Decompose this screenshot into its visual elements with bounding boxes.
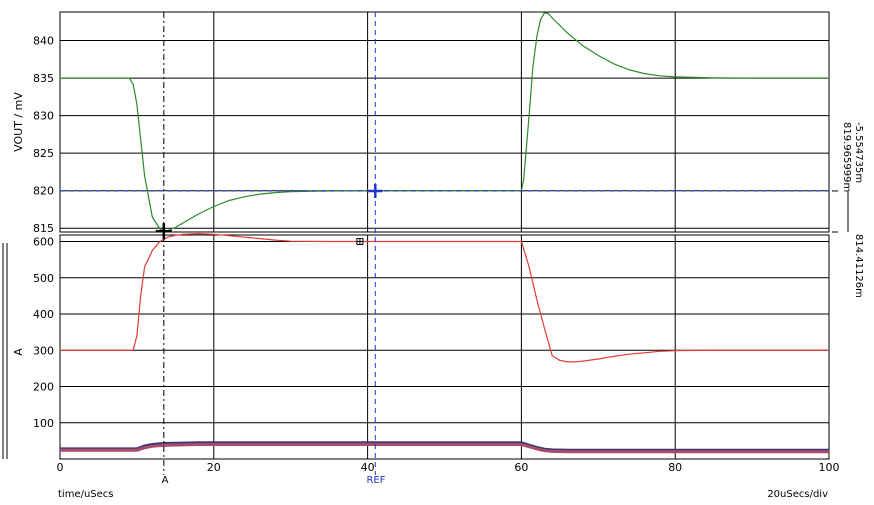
top-ytick-label: 815 [33, 222, 54, 235]
xtick-label: 20 [207, 461, 221, 474]
waveform-chart: 815 820 825 830 835 840 100 200 300 400 500 600 0 20… [2, 11, 864, 500]
cursor-overlay [60, 12, 849, 475]
top-ylabel: VOUT / mV [12, 92, 25, 152]
cursor-ref-label[interactable]: REF [366, 475, 385, 486]
cursor-readout-2: -5.554735m [853, 122, 864, 183]
xtick-label: 100 [819, 461, 840, 474]
bottom-ytick-label: 500 [33, 272, 54, 285]
bottom-ylabel: A [12, 348, 25, 356]
bottom-marker-cross [356, 238, 363, 245]
xlabel: time/uSecs [58, 489, 114, 500]
cursor-readout-3: 814.41126m [853, 234, 864, 298]
top-ytick-label: 820 [33, 185, 54, 198]
top-frame [59, 11, 830, 233]
cursor-readout-1: 819.965999m [841, 122, 852, 192]
bottom-series-2 [60, 443, 829, 454]
bottom-frame [59, 234, 830, 460]
xtick-label: 40 [361, 461, 375, 474]
bottom-series-0 [60, 232, 829, 363]
bottom-ytick-label: 600 [33, 236, 54, 249]
top-ytick-label: 835 [33, 72, 54, 85]
bottom-ytick-label: 200 [33, 381, 54, 394]
cursor-ref-marker[interactable] [368, 183, 383, 198]
x-div-label: 20uSecs/div [767, 489, 828, 500]
top-ytick-label: 840 [33, 35, 54, 48]
bottom-ytick-label: 300 [33, 344, 54, 357]
top-panel: 815 820 825 830 835 840 [33, 11, 830, 235]
cursor-a-label[interactable]: A [162, 475, 169, 486]
bottom-ytick-label: 100 [33, 417, 54, 430]
xtick-label: 60 [514, 461, 528, 474]
xtick-label: 0 [57, 461, 64, 474]
xtick-label: 80 [668, 461, 682, 474]
bottom-panel: 100 200 300 400 500 600 0 20 40 60 80 100 [2, 232, 840, 474]
top-ytick-label: 825 [33, 147, 54, 160]
bottom-ytick-label: 400 [33, 308, 54, 321]
top-ytick-label: 830 [33, 110, 54, 123]
top-series-0 [60, 12, 829, 232]
